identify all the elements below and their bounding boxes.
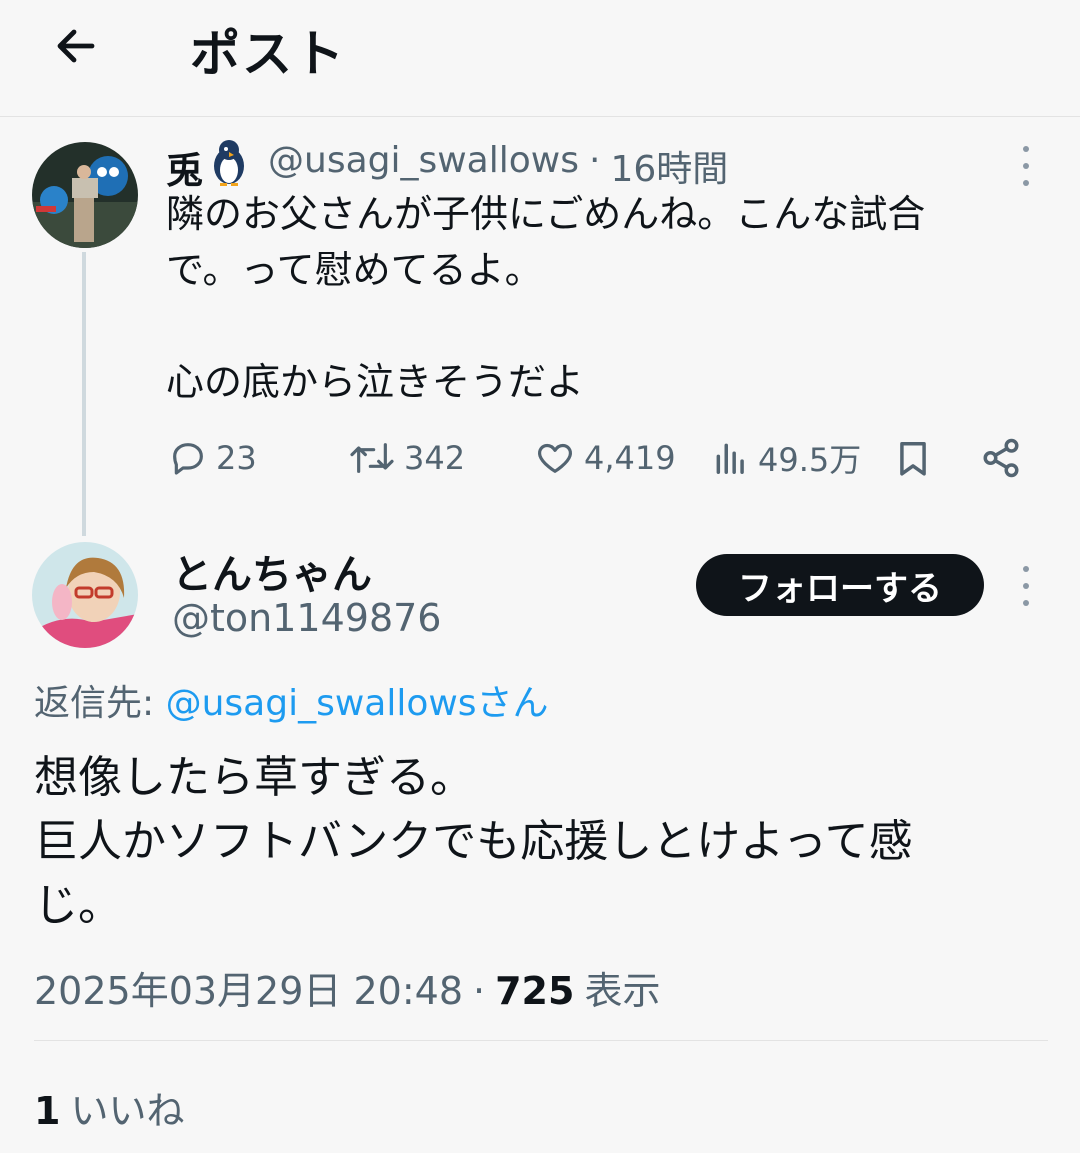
likes-summary[interactable]: 1 いいね: [34, 1080, 184, 1135]
likes-label: いいね: [70, 1089, 185, 1133]
timestamp[interactable]: 16時間: [610, 140, 728, 192]
reply-icon: [173, 443, 203, 475]
share-icon: [983, 438, 1019, 478]
tweet-text: 隣のお父さんが子供にごめんね。こんな試合 で。って慰めてるよ。 心の底から泣きそ…: [166, 192, 926, 404]
reply-button[interactable]: 23: [168, 436, 257, 480]
like-button[interactable]: 4,419: [534, 436, 676, 480]
bookmark-button[interactable]: [894, 436, 932, 480]
divider: [34, 1040, 1048, 1041]
back-button[interactable]: [46, 18, 106, 74]
tweet-text: 想像したら草すぎる。 巨人かソフトバンクでも応援しとけよって感 じ。: [34, 752, 913, 931]
view-label: 表示: [584, 969, 661, 1013]
reply-prefix: 返信先:: [34, 683, 166, 724]
avatar[interactable]: [32, 542, 138, 648]
views-button[interactable]: 49.5万: [712, 436, 861, 480]
thread-line: [82, 252, 86, 536]
reply-to-link[interactable]: @usagi_swallowsさん: [166, 683, 549, 724]
meta-separator: ·: [473, 969, 486, 1013]
handle[interactable]: @usagi_swallows: [268, 140, 579, 192]
timestamp[interactable]: 2025年03月29日 20:48: [34, 960, 463, 1015]
arrow-left-icon: [57, 29, 95, 63]
tweet-timestamp-row: 2025年03月29日 20:48 · 725 表示: [34, 960, 660, 1015]
more-options-icon[interactable]: [1020, 146, 1032, 186]
reply-context: 返信先: @usagi_swallowsさん: [34, 674, 549, 726]
view-count: 725: [495, 969, 575, 1013]
bookmark-icon: [900, 442, 926, 476]
handle[interactable]: @ton1149876: [172, 596, 441, 640]
share-button[interactable]: [980, 436, 1022, 480]
analytics-icon: [716, 443, 744, 474]
avatar[interactable]: [32, 142, 138, 248]
heart-icon: [538, 443, 572, 473]
meta-separator: ·: [588, 140, 601, 181]
likes-count: 1: [34, 1089, 61, 1133]
tweet-meta: @usagi_swallows · 16時間: [268, 140, 728, 192]
page-title: ポスト: [190, 25, 346, 83]
follow-button[interactable]: フォローする: [696, 554, 984, 616]
display-name[interactable]: とんちゃん: [172, 542, 372, 600]
retweet-icon: [350, 443, 394, 473]
penguin-emoji-icon: [214, 140, 244, 186]
retweet-button[interactable]: 342: [348, 436, 465, 480]
top-bar: ポスト: [0, 0, 1080, 117]
more-options-icon[interactable]: [1020, 566, 1032, 606]
